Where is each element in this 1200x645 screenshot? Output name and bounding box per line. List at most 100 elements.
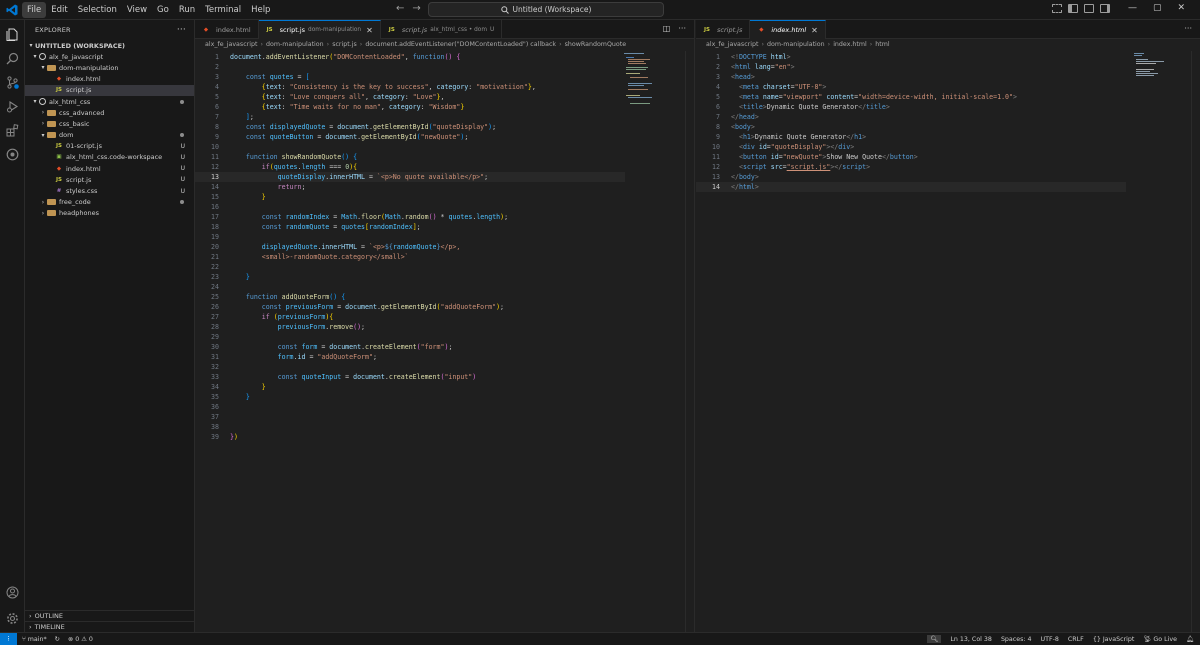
- language-mode[interactable]: {} JavaScript: [1093, 636, 1135, 643]
- tab-index-html[interactable]: ◆ index.html ✕: [750, 20, 826, 39]
- tree-folder[interactable]: › css_advanced: [25, 107, 194, 118]
- editor-actions: ◫ ···: [663, 24, 686, 33]
- tree-folder[interactable]: ▾ alx_fe_javascript: [25, 51, 194, 62]
- breadcrumb-item[interactable]: dom-manipulation: [266, 41, 324, 48]
- tree-file[interactable]: JS script.js: [25, 84, 194, 96]
- breadcrumb-item[interactable]: showRandomQuote: [565, 41, 627, 48]
- tree-folder[interactable]: ▾ dom-manipulation: [25, 62, 194, 73]
- run-debug-icon[interactable]: [6, 100, 19, 113]
- outline-section[interactable]: › OUTLINE: [25, 610, 194, 621]
- maximize-button[interactable]: ▢: [1153, 3, 1162, 13]
- vertical-scrollbar[interactable]: [685, 51, 694, 632]
- breadcrumb-item[interactable]: html: [875, 41, 889, 48]
- chevron-right-icon: ›: [359, 41, 363, 48]
- timeline-section[interactable]: › TIMELINE: [25, 621, 194, 632]
- breadcrumb-item[interactable]: document.addEventListener("DOMContentLoa…: [365, 41, 556, 48]
- tree-label: dom: [59, 131, 74, 140]
- extensions-icon[interactable]: [6, 124, 19, 137]
- menu-edit[interactable]: Edit: [46, 2, 72, 18]
- chevron-down-icon: ▾: [33, 53, 37, 61]
- menu-view[interactable]: View: [122, 2, 152, 18]
- tree-folder[interactable]: › css_basic: [25, 118, 194, 129]
- breadcrumb-item[interactable]: dom-manipulation: [767, 41, 825, 48]
- modified-dot-icon: [180, 133, 184, 138]
- workspace-header[interactable]: ▾ UNTITLED (WORKSPACE): [25, 40, 194, 51]
- minimap[interactable]: [624, 51, 654, 111]
- more-actions-icon[interactable]: ···: [678, 24, 686, 33]
- notifications-bell-icon[interactable]: 🔔︎: [1186, 635, 1194, 643]
- modified-dot-icon: [180, 99, 184, 104]
- tab-index-html[interactable]: ◆ index.html: [195, 20, 259, 39]
- forward-arrow-icon[interactable]: →: [412, 3, 420, 14]
- toggle-secondary-sidebar-icon[interactable]: [1100, 4, 1110, 13]
- breadcrumb-item[interactable]: alx_fe_javascript: [205, 41, 257, 48]
- menu-selection[interactable]: Selection: [73, 2, 122, 18]
- toggle-panel-icon[interactable]: [1084, 4, 1094, 13]
- more-actions-icon[interactable]: ···: [177, 25, 186, 35]
- breadcrumb-item[interactable]: index.html: [833, 41, 867, 48]
- tree-folder[interactable]: ▾ dom: [25, 130, 194, 141]
- tab-script-js[interactable]: JS script.js dom-manipulation ✕: [258, 20, 381, 39]
- end-of-line[interactable]: CRLF: [1068, 636, 1084, 643]
- tree-label: script.js: [66, 86, 92, 95]
- manage-gear-icon[interactable]: [6, 612, 19, 625]
- problems-indicator[interactable]: ⊗ 0 ⚠ 0: [68, 636, 93, 643]
- tab-description: dom-manipulation: [308, 27, 362, 33]
- close-tab-icon[interactable]: ✕: [811, 26, 818, 35]
- source-control-icon[interactable]: [6, 76, 19, 89]
- tree-file[interactable]: ◆ index.html: [25, 74, 194, 85]
- tree-folder[interactable]: ▾ alx_html_css: [25, 96, 194, 107]
- menu-file[interactable]: File: [22, 2, 47, 18]
- account-icon[interactable]: [6, 586, 19, 599]
- explorer-files-icon[interactable]: [6, 28, 19, 41]
- command-center[interactable]: Untitled (Workspace): [428, 2, 664, 17]
- zoom-icon[interactable]: 🔍︎: [927, 635, 942, 643]
- indentation[interactable]: Spaces: 4: [1001, 636, 1032, 643]
- folder-icon: [47, 199, 56, 206]
- back-arrow-icon[interactable]: ←: [396, 3, 404, 14]
- tree-label: index.html: [66, 75, 101, 84]
- menu-run[interactable]: Run: [174, 2, 200, 18]
- split-editor-icon[interactable]: ◫: [663, 24, 671, 33]
- toggle-primary-sidebar-icon[interactable]: [1068, 4, 1078, 13]
- git-status-badge: U: [180, 187, 185, 195]
- minimize-button[interactable]: —: [1128, 3, 1137, 13]
- tab-script-js[interactable]: JS script.js alx_html_css • dom U: [381, 20, 503, 39]
- tree-file[interactable]: # styles.css U: [25, 185, 194, 196]
- command-center-label: Untitled (Workspace): [512, 5, 592, 14]
- sync-icon[interactable]: ↻: [55, 636, 60, 643]
- tree-folder[interactable]: › headphones: [25, 208, 194, 219]
- search-icon[interactable]: [6, 52, 19, 65]
- tree-file[interactable]: JS script.js U: [25, 174, 194, 185]
- tree-file[interactable]: ◆ index.html U: [25, 163, 194, 174]
- encoding[interactable]: UTF-8: [1041, 636, 1059, 643]
- close-window-button[interactable]: ✕: [1178, 3, 1186, 13]
- tab-script-js[interactable]: JS script.js: [696, 20, 751, 39]
- close-tab-icon[interactable]: ✕: [366, 26, 373, 35]
- remote-indicator-icon[interactable]: ⁝: [0, 633, 17, 645]
- tree-file[interactable]: ▣ alx_html_css.code-workspace U: [25, 152, 194, 163]
- breadcrumb-item[interactable]: script.js: [332, 41, 357, 48]
- breadcrumb-item[interactable]: alx_fe_javascript: [706, 41, 758, 48]
- more-actions-icon[interactable]: ···: [1184, 24, 1192, 33]
- explorer-header: EXPLORER ···: [25, 20, 194, 40]
- tree-file[interactable]: JS 01-script.js U: [25, 141, 194, 152]
- editor-actions: ···: [1184, 24, 1192, 33]
- code-editor-index-html[interactable]: 1 <!DOCTYPE html> 2 <html lang="en"> 3 <hea…: [696, 51, 1200, 632]
- menu-terminal[interactable]: Terminal: [200, 2, 246, 18]
- remote-explorer-icon[interactable]: [6, 148, 19, 161]
- branch-indicator[interactable]: ⑂ main*: [22, 636, 47, 643]
- menu-help[interactable]: Help: [246, 2, 275, 18]
- minimap[interactable]: [1134, 51, 1164, 111]
- tree-folder[interactable]: › free_code: [25, 197, 194, 208]
- vertical-scrollbar[interactable]: [1191, 51, 1200, 632]
- tree-label: index.html: [66, 164, 101, 173]
- customize-layout-icon[interactable]: [1052, 4, 1062, 13]
- code-editor-script-js[interactable]: 1 document.addEventListener("DOMContentLo…: [195, 51, 694, 632]
- menu-go[interactable]: Go: [152, 2, 174, 18]
- status-bar: ⁝ ⑂ main* ↻ ⊗ 0 ⚠ 0 🔍︎ Ln 13, Col 38 Spa…: [0, 632, 1200, 645]
- chevron-right-icon: ›: [761, 41, 764, 48]
- go-live-button[interactable]: 📡︎ Go Live: [1143, 635, 1177, 643]
- css-file-icon: #: [56, 188, 62, 195]
- cursor-position[interactable]: Ln 13, Col 38: [950, 636, 992, 643]
